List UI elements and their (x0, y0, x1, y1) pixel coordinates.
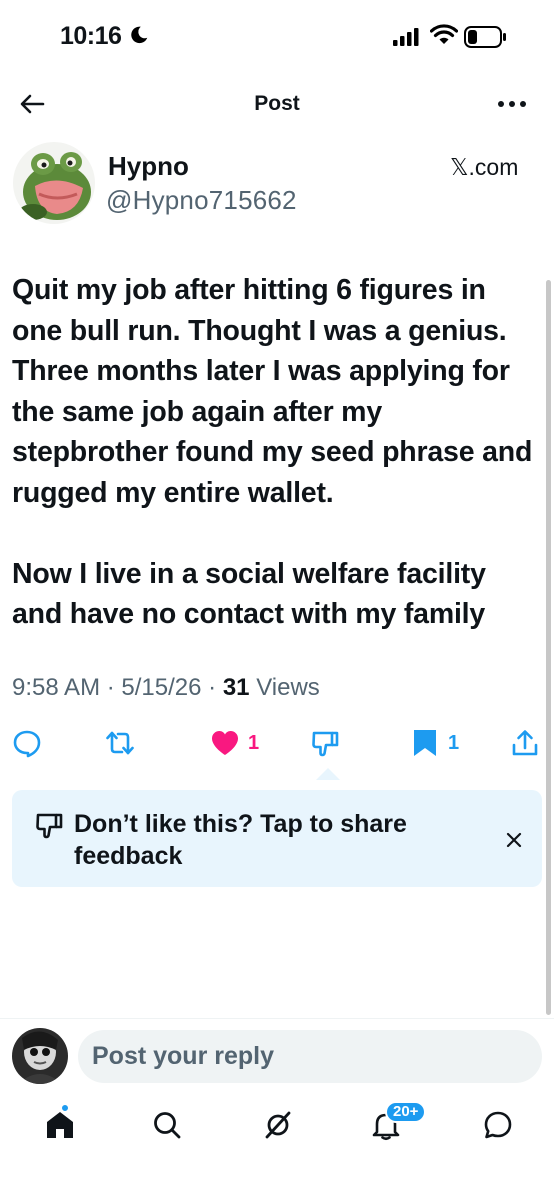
user-avatar[interactable] (12, 1028, 68, 1084)
post-text: Quit my job after hitting 6 figures in o… (12, 274, 533, 630)
wifi-icon (430, 24, 458, 44)
share-button[interactable] (510, 725, 540, 761)
dislike-button[interactable] (310, 725, 340, 761)
source-label: 𝕏.com (450, 154, 519, 180)
views-count[interactable]: 31 (223, 674, 250, 701)
battery-icon (464, 26, 506, 48)
reply-icon (13, 730, 41, 758)
divider (0, 1018, 554, 1019)
page-title: Post (254, 92, 300, 115)
meta-separator: · (106, 674, 115, 701)
action-bar: 1 1 (0, 725, 554, 765)
thumbs-down-icon (36, 813, 63, 839)
home-icon (47, 1112, 73, 1138)
notifications-badge: 20+ (385, 1101, 427, 1123)
author-avatar[interactable] (13, 142, 95, 224)
user-avatar-image (12, 1028, 68, 1084)
like-count: 1 (248, 731, 260, 754)
views-label[interactable]: Views (256, 674, 320, 701)
feedback-card[interactable]: Don’t like this? Tap to share feedback (12, 790, 542, 887)
post-date[interactable]: 5/15/26 (121, 674, 201, 701)
reply-input[interactable] (78, 1030, 542, 1083)
like-button[interactable]: 1 (210, 725, 259, 761)
author-handle[interactable]: @Hypno715662 (106, 185, 297, 216)
post-header: Post (0, 72, 554, 132)
status-time: 10:16 (60, 22, 122, 50)
meta-separator: · (208, 674, 217, 701)
bookmark-filled-icon (414, 730, 436, 756)
chat-bubble-icon (484, 1111, 512, 1139)
search-icon (154, 1112, 181, 1139)
post-time[interactable]: 9:58 AM (12, 674, 100, 701)
bookmark-count: 1 (448, 731, 460, 754)
frog-avatar-image (13, 142, 95, 224)
close-icon[interactable] (504, 830, 524, 850)
cellular-signal-icon (393, 28, 419, 46)
repost-icon (106, 731, 134, 755)
scrollbar[interactable] (546, 280, 551, 1015)
moon-icon (131, 26, 148, 44)
tab-search[interactable] (147, 1105, 187, 1145)
feedback-text: Don’t like this? Tap to share feedback (74, 810, 407, 870)
heart-filled-icon (212, 731, 238, 755)
reply-button[interactable] (12, 725, 50, 761)
tab-grok[interactable] (258, 1105, 298, 1145)
feedback-pointer (316, 768, 340, 780)
grok-icon (265, 1111, 291, 1139)
tab-messages[interactable] (478, 1105, 518, 1145)
author-display-name[interactable]: Hypno (108, 151, 189, 182)
bottom-tab-bar (0, 1095, 554, 1165)
more-dots-icon[interactable] (496, 94, 528, 114)
status-bar: 10:16 (0, 0, 554, 72)
share-icon (512, 730, 538, 756)
home-unread-dot (61, 1104, 69, 1112)
tab-home[interactable] (40, 1105, 80, 1145)
repost-button[interactable] (105, 725, 143, 761)
bookmark-button[interactable]: 1 (410, 725, 459, 761)
thumbs-down-icon (312, 731, 339, 757)
post-meta: 9:58 AM · 5/15/26 · 31 Views (12, 674, 320, 702)
